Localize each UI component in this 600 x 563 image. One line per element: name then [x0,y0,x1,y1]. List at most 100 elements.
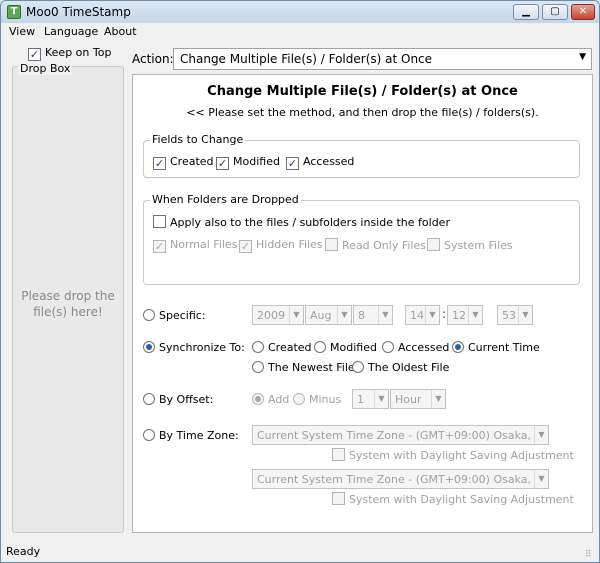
chevron-down-icon: ▼ [425,306,439,324]
time-zone-select-2[interactable]: Current System Time Zone - (GMT+09:00) O… [252,469,549,489]
second-value: 53 [502,309,516,322]
action-select[interactable]: Change Multiple File(s) / Folder(s) at O… [173,48,592,70]
drop-hint: Please drop the file(s) here! [21,289,115,319]
keep-on-top-label: Keep on Top [45,46,112,59]
minute-value: 12 [452,309,466,322]
fields-group-title: Fields to Change [150,133,246,146]
minimize-button[interactable]: ▁ [513,4,539,20]
radio-circle [143,309,155,321]
menu-about[interactable]: About [104,25,137,38]
sync-created-label: Created [268,341,312,354]
sync-current-time-radio[interactable]: Current Time [452,341,540,354]
by-offset-label: By Offset: [159,393,214,406]
dst-adjustment-1-checkbox[interactable]: System with Daylight Saving Adjustment [332,448,574,462]
offset-minus-label: Minus [309,393,342,406]
checkbox-box [332,492,345,505]
action-value: Change Multiple File(s) / Folder(s) at O… [180,52,433,66]
time-zone-2-value: Current System Time Zone - (GMT+09:00) O… [257,473,549,486]
status-text: Ready [6,545,41,558]
by-offset-radio[interactable]: By Offset: [143,393,213,406]
check-icon: ✓ [216,157,229,170]
offset-minus-radio[interactable]: Minus [293,393,341,406]
action-label: Action: [132,52,174,66]
chevron-down-icon: ▼ [468,306,482,324]
time-zone-select-1[interactable]: Current System Time Zone - (GMT+09:00) O… [252,425,549,445]
menu-language[interactable]: Language [44,25,98,38]
menu-view[interactable]: View [9,25,35,38]
synchronize-radio[interactable]: Synchronize To: [143,341,245,354]
readonly-files-label: Read Only Files [342,239,426,252]
folders-group-title: When Folders are Dropped [150,193,301,206]
month-select[interactable]: Aug ▼ [305,305,352,325]
minute-select[interactable]: 12 ▼ [447,305,483,325]
sync-newest-file-radio[interactable]: The Newest File [252,361,355,374]
by-time-zone-radio[interactable]: By Time Zone: [143,429,239,442]
apply-subfolders-checkbox[interactable]: Apply also to the files / subfolders ins… [153,215,450,229]
radio-circle [352,361,364,373]
field-created-checkbox[interactable]: ✓ Created [153,155,214,170]
hour-select[interactable]: 14 ▼ [405,305,440,325]
apply-subfolders-label: Apply also to the files / subfolders ins… [170,216,450,229]
radio-circle [452,341,464,353]
sync-created-radio[interactable]: Created [252,341,312,354]
sync-modified-label: Modified [330,341,377,354]
radio-circle [252,393,264,405]
drop-box-title: Drop Box [18,62,73,75]
normal-files-label: Normal Files [170,238,238,251]
hour-value: 14 [410,309,424,322]
dst-adjustment-2-checkbox[interactable]: System with Daylight Saving Adjustment [332,492,574,506]
normal-files-checkbox[interactable]: ✓ Normal Files [153,238,237,253]
status-bar: Ready ⠿ [1,539,599,562]
radio-circle [293,393,305,405]
specific-radio[interactable]: Specific: [143,309,206,322]
radio-circle [314,341,326,353]
checkbox-box [153,215,166,228]
check-icon: ✓ [239,240,252,253]
second-select[interactable]: 53 ▼ [497,305,533,325]
readonly-files-checkbox[interactable]: Read Only Files [325,238,426,252]
chevron-down-icon: ▼ [337,306,351,324]
resize-grip-icon[interactable]: ⠿ [585,550,595,560]
radio-circle [143,341,155,353]
synchronize-label: Synchronize To: [159,341,245,354]
maximize-button[interactable]: ▢ [542,4,568,20]
sync-accessed-radio[interactable]: Accessed [382,341,449,354]
check-icon: ✓ [286,157,299,170]
field-created-label: Created [170,155,214,168]
title-bar[interactable]: T Moo0 TimeStamp ▁ ▢ ✕ [1,1,599,23]
day-value: 8 [358,309,365,322]
system-files-checkbox[interactable]: System Files [427,238,513,252]
field-accessed-checkbox[interactable]: ✓ Accessed [286,155,354,170]
year-select[interactable]: 2009 ▼ [252,305,304,325]
radio-circle [382,341,394,353]
offset-amount-select[interactable]: 1 ▼ [352,389,389,409]
app-icon: T [7,5,21,19]
time-separator: : [442,307,447,321]
field-modified-checkbox[interactable]: ✓ Modified [216,155,280,170]
offset-unit-value: Hour [395,393,422,406]
check-icon: ✓ [153,157,166,170]
keep-on-top-checkbox[interactable]: ✓ Keep on Top [28,46,111,61]
chevron-down-icon: ▼ [534,470,548,488]
offset-unit-select[interactable]: Hour ▼ [390,389,446,409]
year-value: 2009 [257,309,285,322]
settings-panel: Change Multiple File(s) / Folder(s) at O… [132,74,593,533]
app-window: T Moo0 TimeStamp ▁ ▢ ✕ View Language Abo… [0,0,600,563]
sync-modified-radio[interactable]: Modified [314,341,377,354]
close-button[interactable]: ✕ [571,4,595,20]
chevron-down-icon: ▼ [378,306,392,324]
dst-adjustment-2-label: System with Daylight Saving Adjustment [349,493,574,506]
checkbox-box [325,238,338,251]
day-select[interactable]: 8 ▼ [353,305,393,325]
sync-accessed-label: Accessed [398,341,450,354]
radio-circle [143,393,155,405]
offset-amount-value: 1 [357,393,364,406]
panel-heading: Change Multiple File(s) / Folder(s) at O… [207,84,518,99]
offset-add-radio[interactable]: Add [252,393,289,406]
sync-current-time-label: Current Time [468,341,540,354]
sync-oldest-file-radio[interactable]: The Oldest File [352,361,449,374]
hidden-files-checkbox[interactable]: ✓ Hidden Files [239,238,323,253]
check-icon: ✓ [153,240,166,253]
menu-bar: View Language About [1,23,599,41]
specific-label: Specific: [159,309,206,322]
